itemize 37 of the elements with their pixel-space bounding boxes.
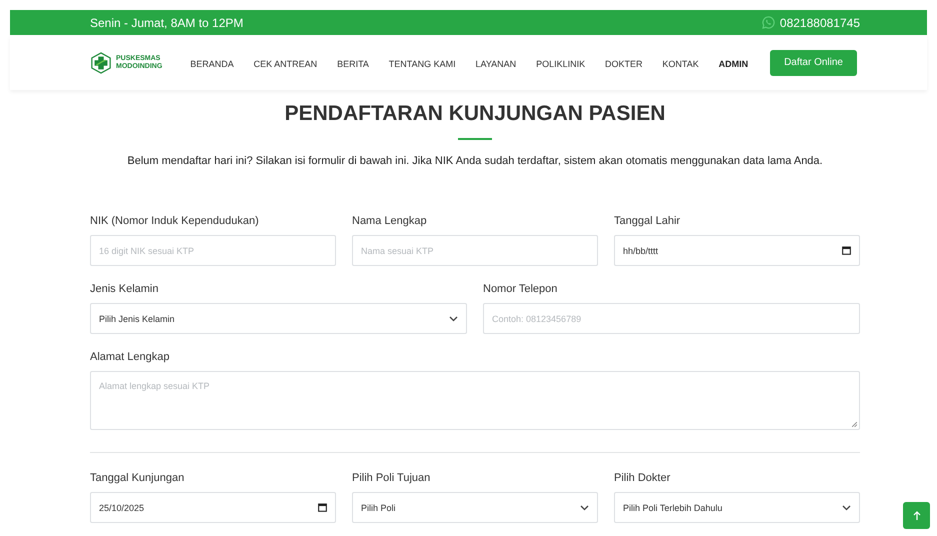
intro-text: Belum mendaftar hari ini? Silakan isi formulir di bawah ini. Jika NIK Anda sudah terdaftar, sistem akan otomatis menggunakan data lama Anda.	[126, 154, 824, 168]
date-field[interactable]: hh/bb/tttt	[614, 235, 860, 266]
scroll-to-top-button[interactable]	[903, 502, 930, 529]
resize-handle-icon	[852, 422, 857, 427]
heading-underline	[458, 138, 492, 140]
field-label: Jenis Kelamin	[90, 282, 160, 296]
nav-link[interactable]: DOKTER	[602, 54, 644, 72]
dropdown-select[interactable]: Pilih Poli Terlebih Dahulu	[614, 492, 860, 523]
field-label: Nomor Telepon	[483, 282, 558, 296]
dropdown-select[interactable]: Pilih Poli	[352, 492, 598, 523]
chevron-down-icon	[842, 504, 851, 510]
calendar-icon	[842, 246, 851, 255]
whatsapp-icon	[762, 16, 775, 29]
nav-link[interactable]: POLIKLINIK	[534, 54, 588, 72]
nav-link[interactable]: TENTANG KAMI	[386, 54, 458, 72]
nav-link[interactable]: ADMIN	[716, 54, 750, 72]
arrow-up-icon	[912, 511, 920, 520]
nav-link[interactable]: LAYANAN	[474, 54, 518, 72]
opening-hours: Senin - Jumat, 8AM to 12PM	[90, 16, 244, 30]
nav-link[interactable]: BERANDA	[188, 54, 236, 72]
dropdown-select[interactable]: Pilih Jenis Kelamin	[90, 303, 467, 334]
date-field[interactable]: 25/10/2025	[90, 492, 336, 523]
nav-link[interactable]: BERITA	[335, 54, 371, 72]
logo-icon	[90, 52, 112, 74]
field-label: Tanggal Kunjungan	[90, 471, 186, 485]
nav-link[interactable]: CEK ANTREAN	[252, 54, 320, 72]
field-label: NIK (Nomor Induk Kependudukan)	[90, 214, 260, 228]
chevron-down-icon	[449, 316, 458, 322]
field-label: Pilih Poli Tujuan	[352, 471, 432, 485]
field-label: Nama Lengkap	[352, 214, 428, 228]
field-label: Alamat Lengkap	[90, 350, 170, 364]
field-label: Tanggal Lahir	[614, 214, 682, 228]
nav-link[interactable]: KONTAK	[660, 54, 701, 72]
calendar-icon	[318, 503, 327, 512]
field-label: Pilih Dokter	[614, 471, 672, 485]
chevron-down-icon	[580, 504, 589, 510]
page-heading: PENDAFTARAN KUNJUNGAN PASIEN	[284, 101, 666, 127]
